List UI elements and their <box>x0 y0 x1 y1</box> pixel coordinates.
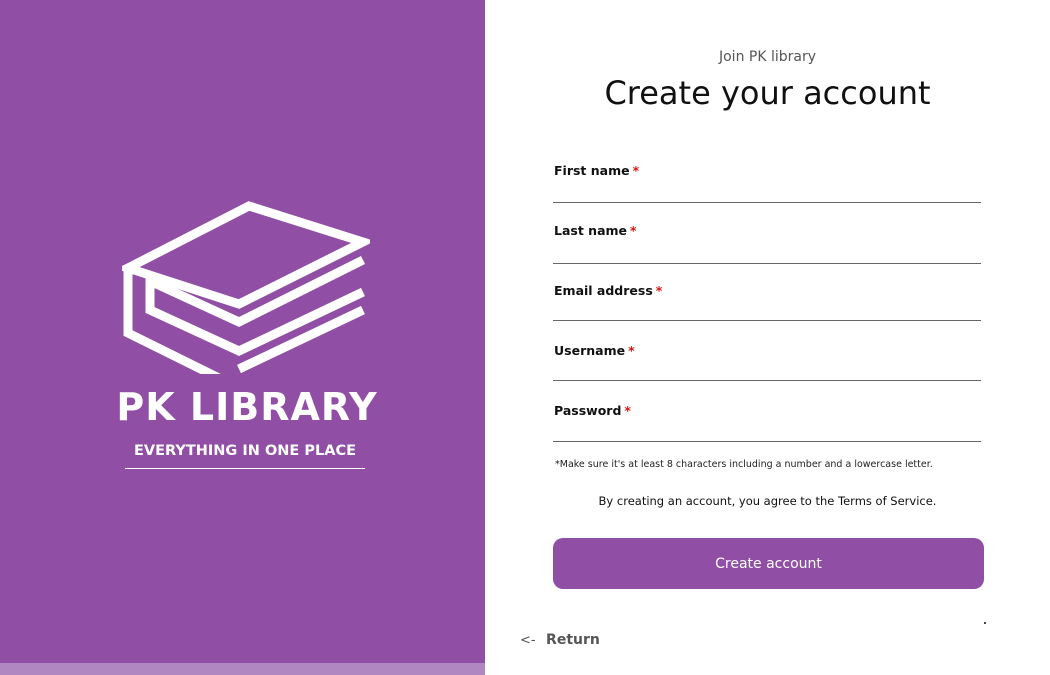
create-account-button[interactable]: Create account <box>553 538 984 589</box>
email-label: Email address * <box>554 283 663 298</box>
password-field: Password * <box>553 403 981 451</box>
book-stack-icon <box>122 201 370 374</box>
first-name-input[interactable] <box>553 179 981 203</box>
username-label: Username * <box>554 343 635 358</box>
required-marker: * <box>632 163 640 178</box>
back-arrow-icon: <- <box>520 633 536 648</box>
required-marker: * <box>624 403 631 418</box>
last-name-input[interactable] <box>553 240 981 264</box>
tagline-divider <box>125 468 365 469</box>
page-title: Create your account <box>604 74 931 112</box>
email-field: Email address * <box>553 283 981 331</box>
password-hint: *Make sure it's at least 8 characters in… <box>555 459 933 470</box>
required-marker: * <box>630 223 637 238</box>
first-name-label: First name * <box>554 163 640 178</box>
required-marker: * <box>628 343 635 358</box>
stray-dot <box>984 622 986 624</box>
last-name-field: Last name * <box>553 223 981 271</box>
return-label: Return <box>546 632 600 648</box>
brand-name: PK LIBRARY <box>116 385 378 429</box>
last-name-label: Last name * <box>554 223 637 238</box>
terms-notice: By creating an account, you agree to the… <box>598 494 937 508</box>
return-link[interactable]: <- Return <box>520 632 600 648</box>
first-name-field: First name * <box>553 163 981 211</box>
panel-bottom-strip <box>0 663 485 675</box>
required-marker: * <box>655 283 663 298</box>
password-label: Password * <box>554 403 631 418</box>
username-input[interactable] <box>553 357 981 381</box>
join-subtitle: Join PK library <box>718 49 817 65</box>
password-input[interactable] <box>553 418 981 442</box>
brand-panel: PK LIBRARY EVERYTHING IN ONE PLACE <box>0 0 485 675</box>
email-input[interactable] <box>553 297 981 321</box>
username-field: Username * <box>553 343 981 391</box>
brand-tagline: EVERYTHING IN ONE PLACE <box>133 443 357 459</box>
